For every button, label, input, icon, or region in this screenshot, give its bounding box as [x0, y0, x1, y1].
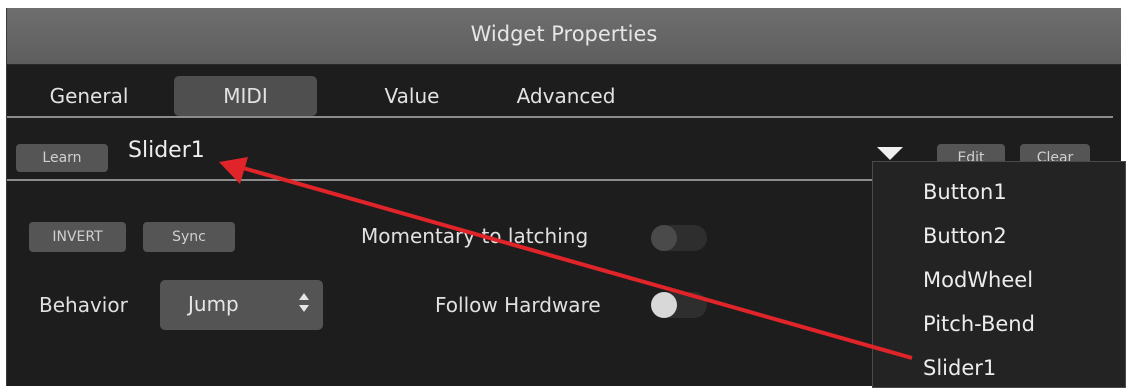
- dropdown-triangle-icon[interactable]: [877, 147, 903, 160]
- behavior-select-value: Jump: [188, 292, 239, 316]
- menu-item-slider1[interactable]: Slider1: [923, 356, 996, 380]
- follow-hardware-toggle[interactable]: [651, 292, 707, 318]
- follow-hardware-label: Follow Hardware: [435, 293, 601, 317]
- title-bar: Widget Properties: [7, 8, 1121, 65]
- behavior-select[interactable]: Jump: [160, 280, 323, 330]
- menu-item-button1[interactable]: Button1: [923, 180, 1007, 204]
- mapping-dropdown-menu: Button1 Button2 ModWheel Pitch-Bend Slid…: [872, 161, 1126, 388]
- tab-bar: General MIDI Value Advanced: [7, 64, 1121, 124]
- updown-arrows-icon: [299, 293, 309, 312]
- tab-midi[interactable]: MIDI: [174, 76, 317, 116]
- midi-mapping-value: Slider1: [128, 138, 205, 163]
- menu-item-pitch-bend[interactable]: Pitch-Bend: [923, 312, 1035, 336]
- learn-button[interactable]: Learn: [16, 144, 108, 172]
- screenshot-frame: Widget Properties General MIDI Value Adv…: [0, 0, 1126, 388]
- tab-general[interactable]: General: [37, 76, 141, 116]
- tab-divider: [7, 116, 1113, 118]
- tab-value[interactable]: Value: [367, 76, 457, 116]
- toggle-knob: [651, 292, 677, 318]
- menu-item-button2[interactable]: Button2: [923, 224, 1007, 248]
- window-title: Widget Properties: [470, 22, 658, 46]
- momentary-to-latching-toggle[interactable]: [651, 225, 707, 251]
- sync-button[interactable]: Sync: [143, 222, 235, 252]
- momentary-to-latching-label: Momentary to latching: [361, 224, 589, 248]
- behavior-label: Behavior: [39, 293, 128, 317]
- tab-advanced[interactable]: Advanced: [501, 76, 631, 116]
- toggle-knob: [651, 225, 677, 251]
- menu-item-modwheel[interactable]: ModWheel: [923, 268, 1033, 292]
- invert-button[interactable]: INVERT: [29, 222, 126, 252]
